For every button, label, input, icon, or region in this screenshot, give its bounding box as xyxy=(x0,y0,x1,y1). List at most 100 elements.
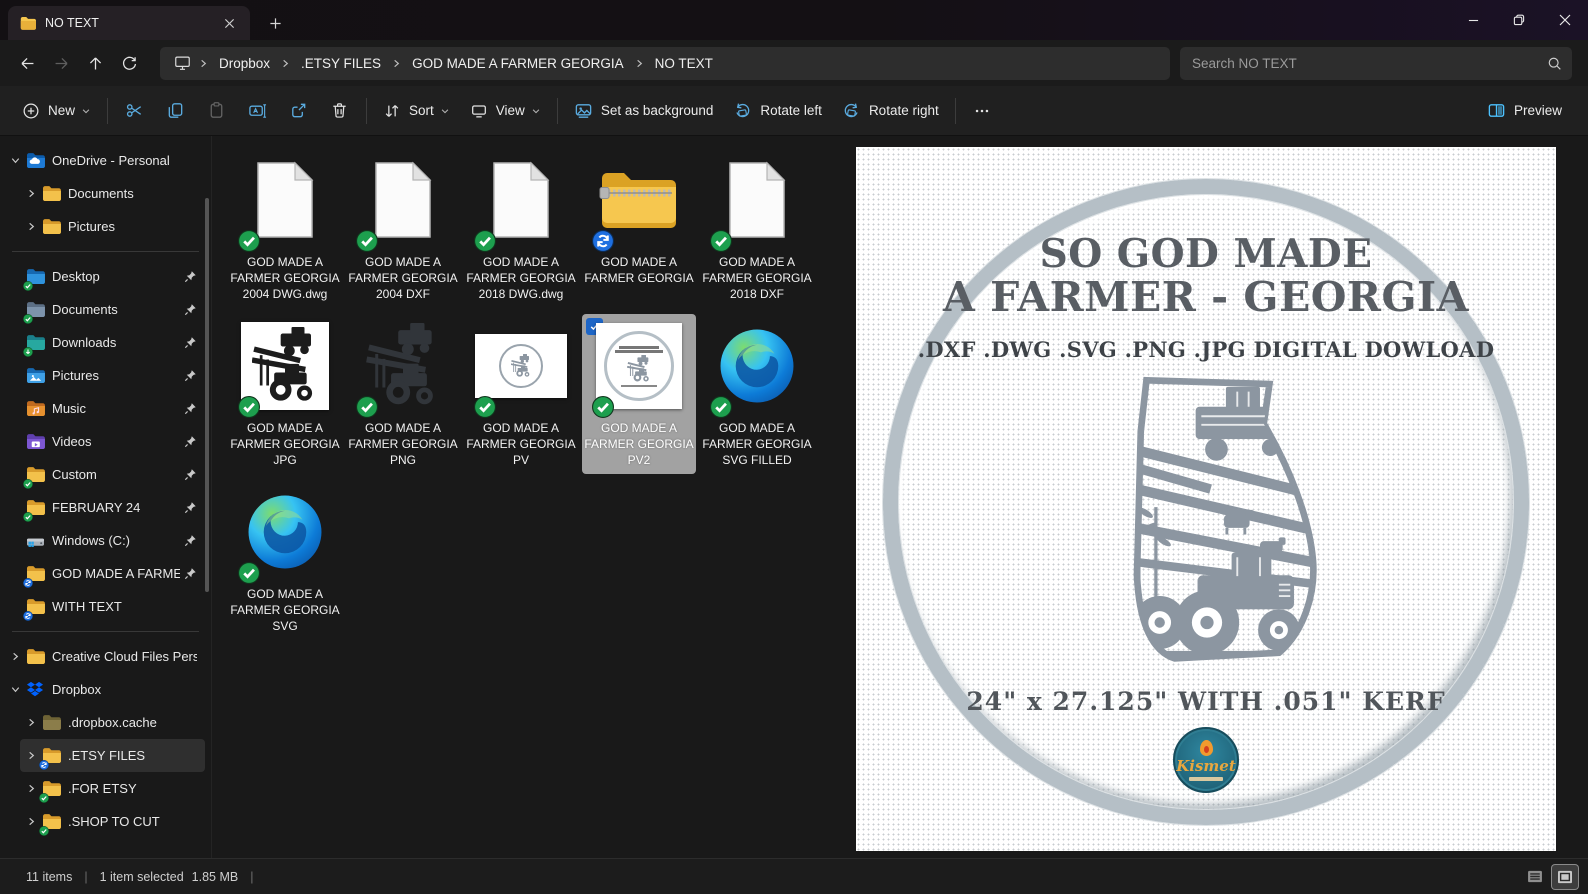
sidebar-item-documents[interactable]: Documents xyxy=(20,177,205,210)
sidebar-item-pictures[interactable]: Pictures xyxy=(20,210,205,243)
sidebar-item-music[interactable]: Music xyxy=(4,392,205,425)
pin-icon xyxy=(184,435,197,448)
breadcrumb-item-no-text[interactable]: NO TEXT xyxy=(646,52,722,75)
sidebar-divider xyxy=(12,251,199,252)
design-title-line1: SO GOD MADE xyxy=(856,233,1556,275)
this-pc-icon[interactable] xyxy=(168,55,197,71)
sidebar-item-videos[interactable]: Videos xyxy=(4,425,205,458)
chevron-right-icon[interactable] xyxy=(20,221,42,232)
file-tile-god-made-a-farmer-georgia-svg[interactable]: GOD MADE A FARMER GEORGIA SVG xyxy=(228,480,342,640)
search-input[interactable] xyxy=(1192,56,1547,71)
minimize-button[interactable] xyxy=(1450,0,1496,40)
chevron-down-icon xyxy=(531,106,541,116)
close-button[interactable] xyxy=(1542,0,1588,40)
file-tile-god-made-a-farmer-georgia-2004-dwg-dwg[interactable]: GOD MADE A FARMER GEORGIA 2004 DWG.dwg xyxy=(228,148,342,308)
file-tile-god-made-a-farmer-georgia-pv[interactable]: GOD MADE A FARMER GEORGIA PV xyxy=(464,314,578,474)
rotate-right-button[interactable]: Rotate right xyxy=(832,93,949,129)
new-button[interactable]: New xyxy=(12,93,101,129)
chevron-right-icon[interactable] xyxy=(4,651,26,662)
sidebar-item-creative-cloud-files-perso[interactable]: Creative Cloud Files Perso xyxy=(4,640,205,673)
file-tile-god-made-a-farmer-georgia-2004-dxf[interactable]: GOD MADE A FARMER GEORGIA 2004 DXF xyxy=(346,148,460,308)
sidebar-item-onedrive-personal[interactable]: OneDrive - Personal xyxy=(4,144,205,177)
chevron-right-icon[interactable] xyxy=(197,58,210,69)
sidebar-item-windows-c[interactable]: Windows (C:) xyxy=(4,524,205,557)
folder-icon xyxy=(26,648,45,666)
restore-button[interactable] xyxy=(1496,0,1542,40)
file-tile-god-made-a-farmer-georgia-pv2[interactable]: GOD MADE A FARMER GEORGIA PV2 xyxy=(582,314,696,474)
rotate-left-button[interactable]: Rotate left xyxy=(723,93,832,129)
breadcrumb-item-god-made-a-farmer-georgia[interactable]: GOD MADE A FARMER GEORGIA xyxy=(403,52,633,75)
rename-button[interactable] xyxy=(237,93,278,129)
preview-label: Preview xyxy=(1514,103,1562,118)
sidebar-item-etsy-files[interactable]: .ETSY FILES xyxy=(20,739,205,772)
sidebar-item-dropbox-cache[interactable]: .dropbox.cache xyxy=(20,706,205,739)
sidebar-item-with-text[interactable]: WITH TEXT xyxy=(4,590,205,623)
up-button[interactable] xyxy=(78,47,112,79)
file-tile-god-made-a-farmer-georgia[interactable]: GOD MADE A FARMER GEORGIA xyxy=(582,148,696,292)
file-tile-god-made-a-farmer-georgia-jpg[interactable]: GOD MADE A FARMER GEORGIA JPG xyxy=(228,314,342,474)
breadcrumb-item-etsy-files[interactable]: .ETSY FILES xyxy=(292,52,390,75)
synced-check-badge-icon xyxy=(238,562,260,584)
back-button[interactable] xyxy=(10,47,44,79)
share-button[interactable] xyxy=(278,93,319,129)
kismet-brand-badge: Kismet xyxy=(1173,727,1239,793)
sidebar-item-for-etsy[interactable]: .FOR ETSY xyxy=(20,772,205,805)
sidebar-item-label: Windows (C:) xyxy=(52,533,180,548)
chevron-right-icon[interactable] xyxy=(279,58,292,69)
chevron-down-icon xyxy=(440,106,450,116)
preview-toggle-button[interactable]: Preview xyxy=(1477,93,1572,129)
chevron-down-icon[interactable] xyxy=(4,155,26,166)
search-icon[interactable] xyxy=(1547,56,1562,71)
file-tile-god-made-a-farmer-georgia-2018-dwg-dwg[interactable]: GOD MADE A FARMER GEORGIA 2018 DWG.dwg xyxy=(464,148,578,308)
tab-close-icon[interactable] xyxy=(218,12,240,34)
status-separator: | xyxy=(250,870,253,884)
sort-button[interactable]: Sort xyxy=(373,93,460,129)
breadcrumb-item-dropbox[interactable]: Dropbox xyxy=(210,52,279,75)
chevron-right-icon[interactable] xyxy=(390,58,403,69)
sidebar-item-february-24[interactable]: FEBRUARY 24 xyxy=(4,491,205,524)
file-tile-god-made-a-farmer-georgia-png[interactable]: GOD MADE A FARMER GEORGIA PNG xyxy=(346,314,460,474)
doc-file-icon xyxy=(348,151,458,249)
file-tile-god-made-a-farmer-georgia-2018-dxf[interactable]: GOD MADE A FARMER GEORGIA 2018 DXF xyxy=(700,148,814,308)
chevron-down-icon[interactable] xyxy=(4,684,26,695)
synced-check-badge-icon xyxy=(710,230,732,252)
view-button[interactable]: View xyxy=(460,93,551,129)
sidebar-item-dropbox[interactable]: Dropbox xyxy=(4,673,205,706)
new-label: New xyxy=(48,103,75,118)
sidebar-item-pictures[interactable]: Pictures xyxy=(4,359,205,392)
refresh-button[interactable] xyxy=(112,47,146,79)
sidebar-item-documents[interactable]: Documents xyxy=(4,293,205,326)
chevron-right-icon[interactable] xyxy=(20,717,42,728)
sidebar-scrollbar[interactable] xyxy=(205,198,209,592)
delete-button[interactable] xyxy=(319,93,360,129)
sidebar-item-label: Pictures xyxy=(52,368,180,383)
search-box[interactable] xyxy=(1180,47,1572,80)
doc-file-icon xyxy=(230,151,340,249)
explorer-tab[interactable]: NO TEXT xyxy=(8,6,250,40)
sidebar-item-custom[interactable]: Custom xyxy=(4,458,205,491)
toolbar-divider xyxy=(366,98,367,124)
forward-button[interactable] xyxy=(44,47,78,79)
copy-button[interactable] xyxy=(155,93,196,129)
trash-icon xyxy=(330,101,349,120)
breadcrumb[interactable]: Dropbox .ETSY FILES GOD MADE A FARMER GEOR… xyxy=(160,47,1170,80)
chevron-right-icon[interactable] xyxy=(20,188,42,199)
png-file-icon xyxy=(348,317,458,415)
doc-file-icon xyxy=(466,151,576,249)
set-as-background-button[interactable]: Set as background xyxy=(564,93,724,129)
cut-button[interactable] xyxy=(114,93,155,129)
sidebar-item-desktop[interactable]: Desktop xyxy=(4,260,205,293)
file-tile-god-made-a-farmer-georgia-svg-filled[interactable]: GOD MADE A FARMER GEORGIA SVG FILLED xyxy=(700,314,814,474)
thumbnail-view-toggle[interactable] xyxy=(1552,865,1578,889)
rotate-right-label: Rotate right xyxy=(869,103,939,118)
pin-icon xyxy=(184,567,197,580)
synced-check-badge-icon xyxy=(238,396,260,418)
more-options-button[interactable] xyxy=(962,93,1002,129)
details-view-toggle[interactable] xyxy=(1522,865,1548,889)
sidebar-item-god-made-a-farmer[interactable]: GOD MADE A FARMER xyxy=(4,557,205,590)
sidebar-item-shop-to-cut[interactable]: .SHOP TO CUT xyxy=(20,805,205,838)
sidebar-item-downloads[interactable]: Downloads xyxy=(4,326,205,359)
paste-button[interactable] xyxy=(196,93,237,129)
chevron-right-icon[interactable] xyxy=(633,58,646,69)
new-tab-button[interactable] xyxy=(262,10,288,36)
